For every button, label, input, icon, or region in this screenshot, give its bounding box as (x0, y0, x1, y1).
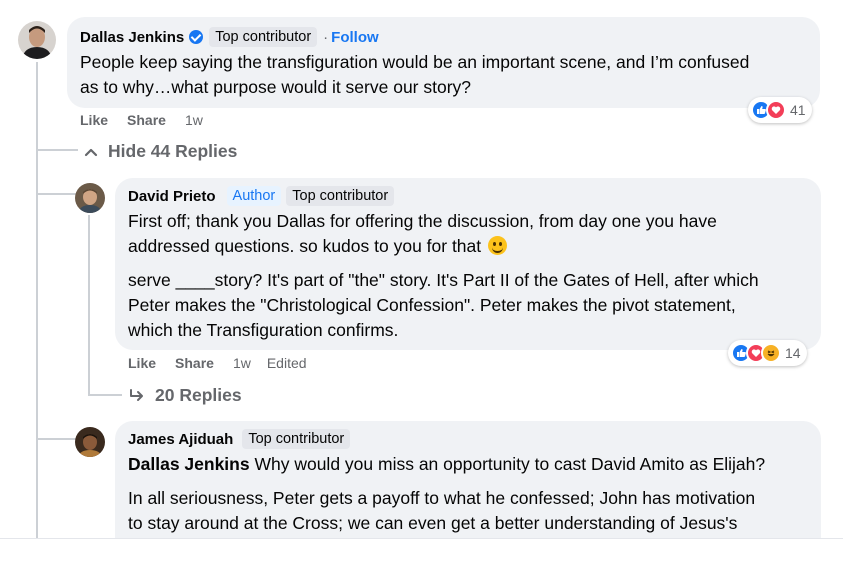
love-icon (766, 100, 786, 120)
comment-header-david: David Prieto Author Top contributor (128, 186, 395, 206)
share-button[interactable]: Share (127, 112, 166, 128)
share-button[interactable]: Share (175, 355, 214, 371)
comment-header-james: James Ajiduah Top contributor (128, 429, 351, 449)
comment-text-dallas: People keep saying the transfiguration w… (80, 50, 749, 100)
thread-line-branch-2 (36, 193, 76, 195)
reply-arrow-icon (129, 388, 145, 403)
top-contributor-badge: Top contributor (209, 27, 318, 47)
thread-line-branch-1 (36, 149, 78, 151)
comment-line: which the Transfiguration confirms. (128, 320, 399, 340)
mention-link[interactable]: Dallas Jenkins (128, 454, 250, 474)
comment-line: Peter makes the "Christological Confessi… (128, 295, 736, 315)
view-replies-button[interactable]: 20 Replies (129, 385, 242, 406)
author-name[interactable]: James Ajiduah (128, 431, 233, 448)
view-replies-label: 20 Replies (155, 385, 242, 405)
bottom-panel (0, 538, 843, 567)
comment-actions-dallas: Like Share 1w (80, 112, 219, 128)
author-badge: Author (226, 186, 282, 206)
comment-line: to stay around at the Cross; we can even… (128, 513, 738, 533)
comment-line: In all seriousness, Peter gets a payoff … (128, 488, 756, 508)
top-contributor-badge: Top contributor (286, 186, 395, 206)
reaction-summary-dallas[interactable]: 41 (748, 97, 812, 123)
comment-line: First off; thank you Dallas for offering… (128, 211, 717, 231)
hide-replies-label: Hide 44 Replies (108, 141, 238, 161)
thread-line-reply1-branch (88, 394, 122, 396)
like-button[interactable]: Like (80, 112, 108, 128)
timestamp[interactable]: 1w (185, 112, 203, 128)
separator-dot: · (323, 28, 329, 46)
hide-replies-button[interactable]: Hide 44 Replies (84, 141, 237, 162)
timestamp[interactable]: 1w (233, 355, 251, 371)
reaction-count: 41 (790, 102, 806, 118)
avatar-james[interactable] (75, 427, 105, 457)
like-button[interactable]: Like (128, 355, 156, 371)
verified-badge-icon (189, 30, 204, 44)
haha-icon (761, 343, 781, 363)
avatar-dallas[interactable] (18, 21, 56, 59)
comment-line: People keep saying the transfiguration w… (80, 52, 750, 72)
comment-line-text: Why would you miss an opportunity to cas… (249, 454, 766, 474)
comment-text-james: Dallas Jenkins Why would you miss an opp… (128, 452, 765, 536)
reaction-count: 14 (785, 345, 801, 361)
comment-text-david: First off; thank you Dallas for offering… (128, 209, 759, 343)
comment-actions-david: Like Share 1w Edited (128, 355, 323, 371)
thread-line-reply1 (88, 215, 90, 395)
author-name[interactable]: David Prieto (128, 188, 216, 205)
comment-line: addressed questions. so kudos to you for… (128, 234, 759, 259)
top-contributor-badge: Top contributor (242, 429, 351, 449)
comment-line-text: addressed questions. so kudos to you for… (128, 236, 482, 256)
reaction-summary-david[interactable]: 14 (728, 340, 807, 366)
edited-label[interactable]: Edited (267, 355, 307, 371)
comment-line: Dallas Jenkins Why would you miss an opp… (128, 452, 765, 477)
thread-line-main (36, 62, 38, 538)
comment-line: as to why…what purpose would it serve ou… (80, 77, 472, 97)
thread-line-branch-3 (36, 438, 76, 440)
comment-header-dallas: Dallas Jenkins Top contributor · Follow (80, 27, 379, 47)
follow-button[interactable]: Follow (331, 29, 379, 46)
chevron-up-icon (84, 147, 98, 157)
author-name[interactable]: Dallas Jenkins (80, 29, 184, 46)
avatar-david[interactable] (75, 183, 105, 213)
comment-line: serve ____story? It's part of "the" stor… (128, 270, 759, 290)
smiley-emoji-icon (488, 236, 508, 255)
